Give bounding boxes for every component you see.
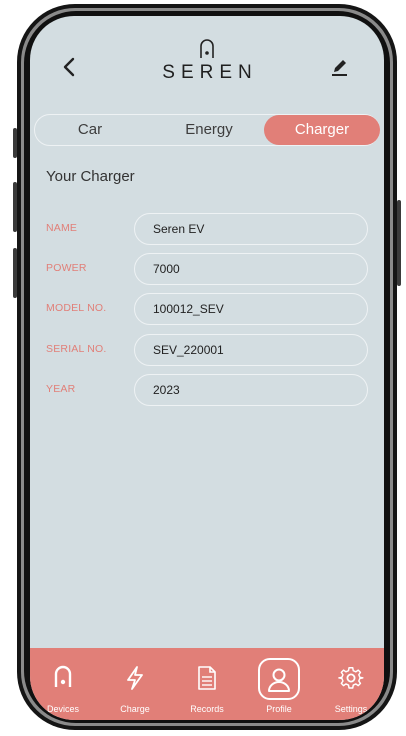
nav-label: Profile (266, 704, 292, 714)
field-label: NAME (46, 222, 78, 234)
field-value: 7000 (153, 262, 180, 276)
gear-icon (338, 667, 364, 689)
field-value: SEV_220001 (153, 343, 224, 357)
power-field[interactable]: 7000 (134, 253, 368, 285)
field-row-power: POWER 7000 (30, 253, 384, 285)
name-field[interactable]: Seren EV (134, 213, 368, 245)
brand-name: SEREN (162, 62, 258, 83)
nav-label: Devices (46, 704, 79, 714)
section-title: Your Charger (46, 168, 135, 185)
edit-button[interactable] (326, 54, 352, 80)
app-screen: SEREN Car Energy Charger Your Charger NA… (30, 16, 384, 720)
field-label: MODEL NO. (46, 302, 107, 314)
chevron-left-icon (63, 57, 75, 77)
bottom-nav: Devices Charge Records Profile Settings (30, 648, 384, 720)
nav-profile[interactable]: Profile (244, 648, 314, 720)
tab-car[interactable]: Car (35, 115, 145, 145)
model-no-field[interactable]: 100012_SEV (134, 293, 368, 325)
field-value: 100012_SEV (153, 302, 224, 316)
serial-no-field[interactable]: SEV_220001 (134, 334, 368, 366)
nav-label: Charge (120, 704, 150, 714)
field-label: POWER (46, 262, 87, 274)
nav-label: Settings (334, 704, 368, 714)
field-label: YEAR (46, 383, 76, 395)
user-icon (268, 668, 290, 692)
year-field[interactable]: 2023 (134, 374, 368, 406)
field-row-model-no: MODEL NO. 100012_SEV (30, 293, 384, 325)
charger-plug-icon (54, 665, 72, 687)
tab-energy[interactable]: Energy (151, 115, 267, 145)
lightning-icon (127, 666, 143, 690)
field-row-name: NAME Seren EV (30, 213, 384, 245)
field-value: Seren EV (153, 222, 205, 236)
nav-settings[interactable]: Settings (316, 648, 384, 720)
document-icon (198, 666, 216, 690)
brand-logo: SEREN (140, 38, 274, 94)
nav-records[interactable]: Records (172, 648, 242, 720)
field-row-year: YEAR 2023 (30, 374, 384, 406)
power-button (397, 200, 401, 286)
field-label: SERIAL NO. (46, 343, 107, 355)
nav-devices[interactable]: Devices (30, 648, 98, 720)
tab-charger[interactable]: Charger (264, 115, 380, 145)
back-button[interactable] (56, 54, 82, 80)
field-value: 2023 (153, 383, 180, 397)
pencil-icon (332, 60, 347, 76)
field-row-serial-no: SERIAL NO. SEV_220001 (30, 334, 384, 366)
app-header: SEREN (30, 16, 384, 112)
nav-label: Records (190, 704, 224, 714)
charger-logo-icon (200, 39, 214, 58)
tab-bar: Car Energy Charger (34, 114, 380, 146)
nav-charge[interactable]: Charge (100, 648, 170, 720)
